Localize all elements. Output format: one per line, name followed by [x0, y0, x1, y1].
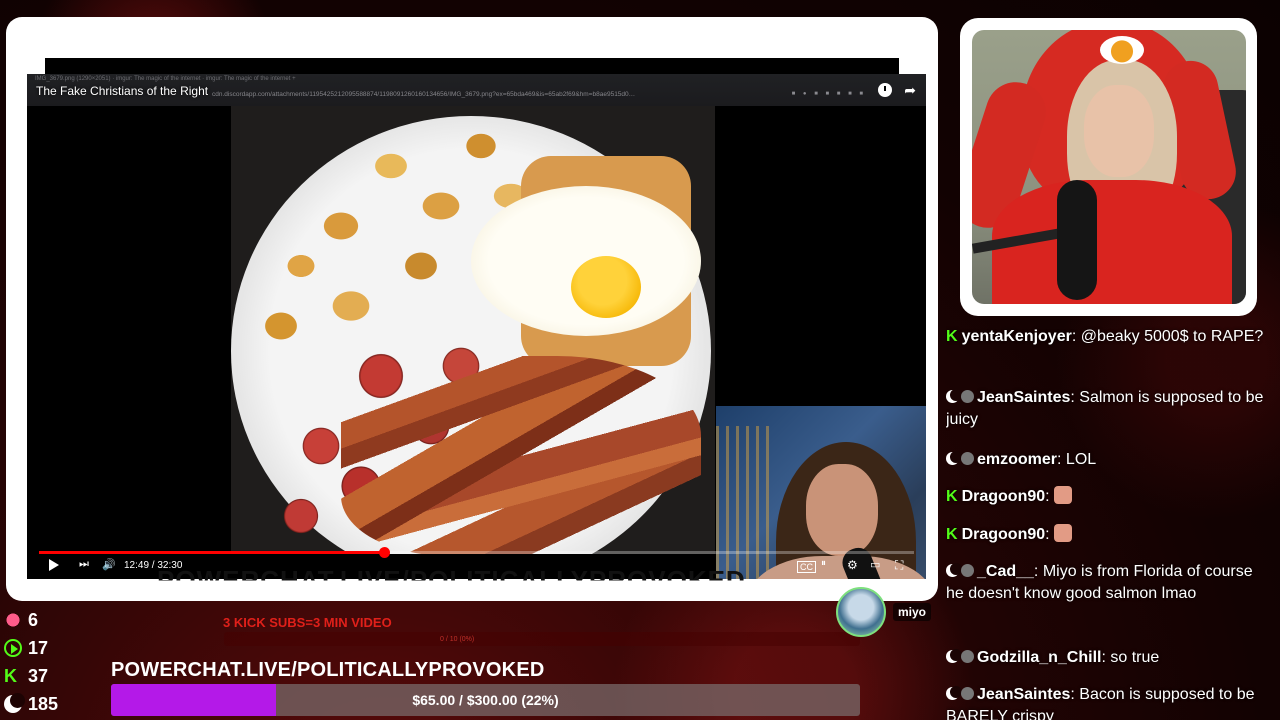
donation-goal-title: POWERCHAT.LIVE/POLITICALLYPROVOKED: [111, 659, 545, 681]
chat-text: @beaky 5000$ to RAPE?: [1080, 328, 1264, 345]
browser-tabs[interactable]: IMG_3679.png (1290×2051) · imgur: The ma…: [35, 76, 296, 82]
progress-bar[interactable]: [39, 547, 914, 558]
egg-yolk: [571, 256, 641, 318]
chat-username[interactable]: Godzilla_n_Chill: [977, 649, 1101, 666]
kick-icon: K: [4, 666, 17, 686]
progress-scrubber[interactable]: [379, 547, 391, 558]
guest-avatar: [836, 587, 886, 637]
background-lights: [716, 426, 776, 579]
gift-count: 6: [28, 610, 39, 630]
face: [1084, 85, 1154, 177]
chat-text: so true: [1110, 649, 1160, 666]
chat-message: _Cad__: Miyo is from Florida of course h…: [946, 563, 1253, 602]
kick-badge-icon: K: [946, 526, 958, 543]
moon-icon: [4, 693, 25, 713]
rumble-icon: [4, 639, 22, 657]
kick-count: 37: [28, 666, 49, 686]
user-avatar-icon: [961, 564, 974, 577]
chat-username[interactable]: JeanSaintes: [977, 389, 1070, 406]
donation-goal-bar: $65.00 / $300.00 (22%): [111, 684, 860, 716]
chat-username[interactable]: Dragoon90: [962, 526, 1046, 543]
video-player[interactable]: IMG_3679.png (1290×2051) · imgur: The ma…: [27, 74, 926, 579]
subs-goal-bar: [224, 632, 860, 646]
video-title[interactable]: The Fake Christians of the Right: [36, 84, 208, 98]
video-frame-image: [231, 106, 715, 554]
user-avatar-icon: [961, 650, 974, 663]
progress-played: [39, 551, 385, 554]
cast-icon[interactable]: ▭: [870, 558, 880, 571]
chat-message: emzoomer: LOL: [946, 449, 1266, 471]
captions-icon[interactable]: CC: [797, 561, 816, 573]
exit-fullscreen-icon[interactable]: ⛶: [895, 558, 903, 573]
settings-gear-icon[interactable]: ⚙: [847, 558, 858, 572]
moon-badge-icon: [946, 686, 962, 700]
face-emote-icon: [1054, 524, 1073, 542]
subs-goal-text: 3 KICK SUBS=3 MIN VIDEO: [223, 615, 392, 630]
chat-text: LOL: [1065, 451, 1097, 468]
chat-username[interactable]: yentaKenjoyer: [962, 328, 1072, 345]
gift-stat: 6: [4, 608, 84, 634]
chat-username[interactable]: Dragoon90: [962, 488, 1046, 505]
subs-goal-progress: 0 / 10 (0%): [440, 636, 475, 643]
chat-username[interactable]: JeanSaintes: [977, 686, 1070, 703]
bacon: [341, 356, 701, 554]
chat-panel[interactable]: KyentaKenjoyer: @beaky 5000$ to RAPE? Je…: [946, 326, 1280, 720]
moon-badge-icon: [946, 649, 962, 663]
share-icon[interactable]: ➦: [904, 82, 916, 99]
face-emote-icon: [1054, 486, 1073, 504]
chat-username[interactable]: emzoomer: [977, 451, 1057, 468]
guest-face: [806, 464, 878, 556]
moon-count: 185: [28, 694, 59, 714]
rumble-count: 17: [28, 638, 49, 658]
chat-message: K Dragoon90:: [946, 524, 1266, 546]
moon-badge-icon: [946, 451, 962, 465]
chat-message: K Dragoon90:: [946, 486, 1266, 508]
play-icon[interactable]: [49, 559, 59, 571]
moon-stat: 185: [4, 692, 84, 718]
chat-username[interactable]: _Cad__: [977, 563, 1034, 580]
donation-goal-amount: $65.00 / $300.00 (22%): [412, 692, 559, 708]
moon-badge-icon: [946, 563, 962, 577]
user-avatar-icon: [961, 390, 974, 403]
chat-message: JeanSaintes: Salmon is supposed to be ju…: [946, 389, 1264, 428]
browser-url[interactable]: cdn.discordapp.com/attachments/119542521…: [212, 91, 635, 98]
volume-icon[interactable]: 🔊: [102, 558, 116, 571]
guest-name-label: miyo: [893, 603, 932, 621]
chat-message: Godzilla_n_Chill: so true: [946, 647, 1266, 669]
kick-badge-icon: K: [946, 328, 958, 345]
hood-eye: [1100, 36, 1144, 64]
kick-badge-icon: K: [946, 488, 958, 505]
user-avatar-icon: [961, 687, 974, 700]
kick-stat: K 37: [4, 664, 84, 690]
microphone: [1057, 180, 1097, 300]
streamer-webcam: [972, 30, 1246, 304]
chat-message: JeanSaintes: Bacon is supposed to be BAR…: [946, 684, 1266, 720]
inner-topbar: [45, 58, 899, 74]
next-icon[interactable]: ⏭: [79, 558, 89, 571]
moon-badge-icon: [946, 389, 962, 403]
chat-message: KyentaKenjoyer: @beaky 5000$ to RAPE?: [946, 326, 1266, 348]
watch-later-icon[interactable]: [878, 83, 892, 97]
gift-icon: [4, 611, 22, 629]
rumble-stat: 17: [4, 636, 84, 662]
streamer-webcam-frame: [960, 18, 1257, 316]
autoplay-toggle-icon[interactable]: ⏸: [821, 558, 826, 569]
browser-extension-icons[interactable]: ■ ● ■ ■ ■ ■ ■: [792, 91, 866, 97]
user-avatar-icon: [961, 452, 974, 465]
